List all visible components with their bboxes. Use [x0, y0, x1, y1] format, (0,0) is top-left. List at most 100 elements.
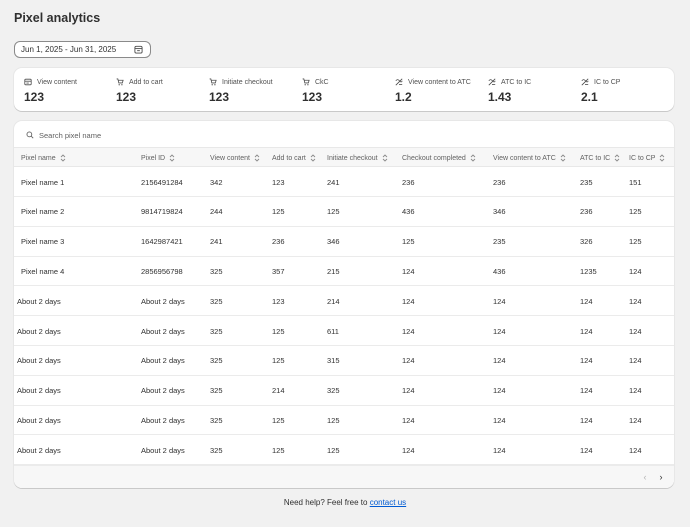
metric-label: Add to cart: [129, 78, 163, 86]
table-row[interactable]: About 2 days About 2 days 325 125 125 124 124 1…: [14, 405, 674, 436]
table-cell: 124: [580, 445, 593, 455]
metric-value: 123: [24, 90, 45, 104]
table-cell: 123: [272, 296, 285, 306]
table-cell: 325: [210, 356, 223, 366]
table-cell: 325: [210, 386, 223, 396]
table-row[interactable]: Pixel name 4 2856956798 325 357 215 124 436 123…: [14, 256, 674, 287]
pagination-prev-button[interactable]: ‹: [639, 471, 651, 483]
table-cell: 125: [629, 237, 642, 247]
column-header-label: View content: [210, 154, 250, 162]
table-cell: 124: [629, 266, 642, 276]
page-title: Pixel analytics: [14, 11, 101, 25]
ratio-icon: [488, 78, 496, 86]
table-row[interactable]: About 2 days About 2 days 325 125 315 124 124 1…: [14, 346, 674, 376]
table-row[interactable]: About 2 days About 2 days 325 125 125 124 124 1…: [14, 435, 674, 466]
contact-us-link[interactable]: contact us: [370, 498, 406, 507]
table-cell: 235: [493, 237, 506, 247]
cart-icon: [116, 78, 124, 86]
table-cell: 325: [210, 415, 223, 425]
table-cell: About 2 days: [141, 356, 185, 366]
metric-ckc: CkC 123: [302, 77, 329, 105]
table-cell: 151: [629, 177, 642, 187]
table-cell: About 2 days: [17, 386, 61, 396]
table-cell: 124: [580, 415, 593, 425]
table-cell: 125: [272, 445, 285, 455]
metric-label: View content: [37, 78, 77, 86]
table-cell: 244: [210, 207, 223, 217]
search-input[interactable]: Search pixel name: [26, 129, 101, 141]
table-cell: About 2 days: [141, 296, 185, 306]
metric-value: 123: [116, 90, 137, 104]
view-content-icon: [24, 78, 32, 86]
table-cell: 611: [327, 326, 339, 336]
table-cell: 124: [629, 326, 642, 336]
sort-icon: [254, 154, 260, 162]
column-header[interactable]: ATC to IC: [580, 148, 620, 168]
metric-value: 123: [209, 90, 230, 104]
table-cell: 124: [493, 326, 506, 336]
column-header-label: Pixel ID: [141, 154, 166, 162]
table-row[interactable]: About 2 days About 2 days 325 123 214 124 124 1…: [14, 286, 674, 317]
metric-initiate-checkout: Initiate checkout 123: [209, 77, 273, 105]
table-cell: 214: [272, 386, 285, 396]
sort-icon: [560, 154, 566, 162]
table-cell: 215: [327, 266, 340, 276]
metric-atc-to-ic: ATC to IC 1.43: [488, 77, 531, 105]
table-row[interactable]: Pixel name 1 2156491284 342 123 241 236 236 235…: [14, 167, 674, 197]
table-row[interactable]: About 2 days About 2 days 325 214 325 124 124 1…: [14, 376, 674, 406]
ratio-icon: [395, 78, 403, 86]
table-cell: 125: [272, 415, 285, 425]
table-cell: 124: [402, 326, 415, 336]
metrics-summary-card: View content 123 Add to cart 123 Initiat…: [14, 68, 674, 111]
table-cell: About 2 days: [141, 386, 185, 396]
column-header[interactable]: Checkout completed: [402, 148, 476, 168]
table-cell: 9814719824: [141, 207, 183, 217]
metric-view-content-to-atc: View content to ATC 1.2: [395, 77, 471, 105]
table-cell: About 2 days: [141, 445, 185, 455]
table-cell: 125: [272, 326, 285, 336]
date-range-picker[interactable]: Jun 1, 2025 - Jun 31, 2025: [14, 41, 151, 58]
calendar-icon: [134, 45, 143, 54]
table-cell: 241: [327, 177, 340, 187]
table-cell: 124: [629, 296, 642, 306]
table-cell: 124: [402, 266, 415, 276]
pagination-next-button[interactable]: ›: [655, 471, 667, 483]
table-cell: 124: [493, 415, 506, 425]
column-header[interactable]: Pixel ID: [141, 148, 175, 168]
metric-value: 2.1: [581, 90, 598, 104]
metric-label: CkC: [315, 78, 329, 86]
table-cell: 436: [402, 207, 415, 217]
table-cell: Pixel name 2: [21, 207, 65, 217]
column-header[interactable]: Pixel name: [21, 148, 66, 168]
table-header: Pixel name Pixel ID View content Add to car…: [14, 147, 674, 167]
cart-icon: [209, 78, 217, 86]
table-cell: Pixel name 4: [21, 266, 65, 276]
ratio-icon: [581, 78, 589, 86]
search-placeholder: Search pixel name: [39, 130, 102, 140]
column-header-label: View content to ATC: [493, 154, 556, 162]
column-header[interactable]: View content: [210, 148, 260, 168]
table-row[interactable]: Pixel name 3 1642987421 241 236 346 125 235 326…: [14, 227, 674, 257]
table-row[interactable]: About 2 days About 2 days 325 125 611 124 124 1…: [14, 316, 674, 346]
column-header-label: Add to cart: [272, 154, 306, 162]
column-header-label: ATC to IC: [580, 154, 611, 162]
table-cell: 346: [493, 207, 506, 217]
table-cell: 236: [402, 177, 415, 187]
pixel-table-card: Search pixel name Pixel name Pixel ID View…: [14, 121, 674, 488]
metric-value: 1.43: [488, 90, 512, 104]
table-cell: Pixel name 1: [21, 177, 65, 187]
column-header[interactable]: Add to cart: [272, 148, 316, 168]
sort-icon: [660, 154, 665, 162]
table-cell: 124: [629, 356, 642, 366]
table-cell: About 2 days: [17, 445, 61, 455]
table-row[interactable]: Pixel name 2 9814719824 244 125 125 436 346 236…: [14, 197, 674, 227]
column-header[interactable]: IC to CP: [629, 148, 665, 168]
metric-label: View content to ATC: [408, 78, 471, 86]
column-header[interactable]: View content to ATC: [493, 148, 566, 168]
table-cell: 2856956798: [141, 266, 183, 276]
table-cell: 1642987421: [141, 237, 183, 247]
column-header-label: Pixel name: [21, 154, 56, 162]
column-header-label: Initiate checkout: [327, 154, 378, 162]
column-header[interactable]: Initiate checkout: [327, 148, 388, 168]
table-cell: 2156491284: [141, 177, 183, 187]
